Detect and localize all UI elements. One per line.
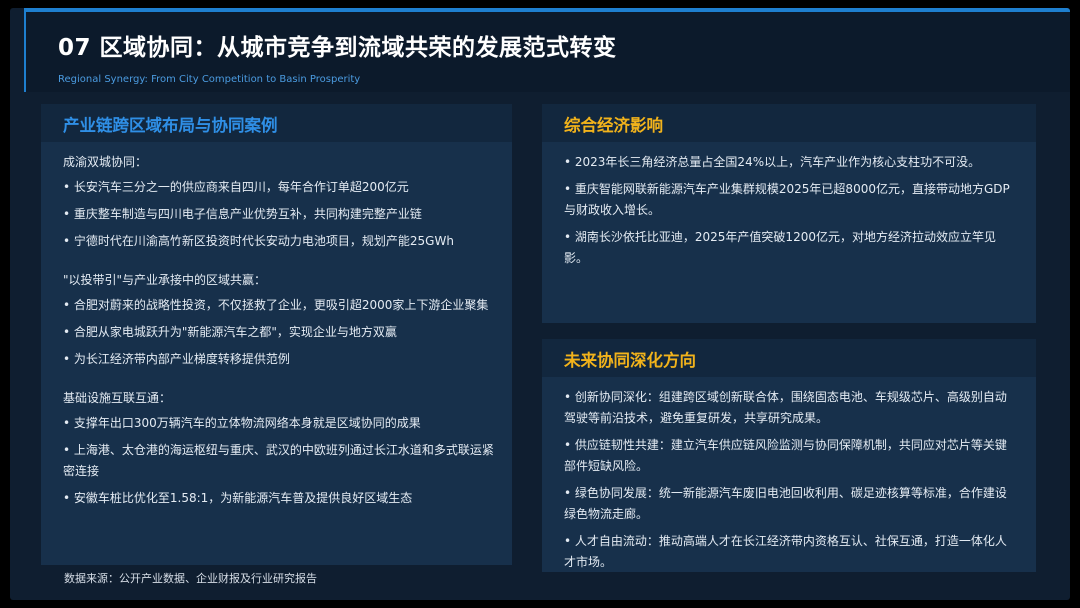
list-item: • 安徽车桩比优化至1.58:1，为新能源汽车普及提供良好区域生态 — [63, 491, 413, 505]
left-panel-title: 产业链跨区域布局与协同案例 — [63, 116, 278, 135]
right-top-panel: 综合经济影响 • 2023年长三角经济总量占全国24%以上，汽车产业作为核心支柱… — [542, 104, 1036, 323]
left-panel-header: 产业链跨区域布局与协同案例 — [41, 104, 512, 142]
right-top-panel-header: 综合经济影响 — [542, 104, 1036, 142]
list-item: • 绿色协同发展：统一新能源汽车废旧电池回收利用、碳足迹核算等标准，合作建设绿色… — [564, 486, 1007, 521]
right-bottom-panel-body: • 创新协同深化：组建跨区域创新联合体，围绕固态电池、车规级芯片、高级别自动驾驶… — [564, 387, 1018, 579]
page-title: 07 区域协同：从城市竞争到流域共荣的发展范式转变 — [58, 35, 617, 61]
list-item: • 宁德时代在川渝高竹新区投资时代长安动力电池项目，规划产能25GWh — [63, 234, 454, 248]
data-source-note: 数据来源：公开产业数据、企业财报及行业研究报告 — [64, 572, 317, 585]
section-heading: 成渝双城协同： — [63, 155, 148, 169]
list-item: • 湖南长沙依托比亚迪，2025年产值突破1200亿元，对地方经济拉动效应立竿见… — [564, 230, 996, 265]
list-item: • 合肥从家电城跃升为"新能源汽车之都"，实现企业与地方双赢 — [63, 325, 397, 339]
section-heading: "以投带引"与产业承接中的区域共赢： — [63, 273, 267, 287]
list-item: • 重庆整车制造与四川电子信息产业优势互补，共同构建完整产业链 — [63, 207, 422, 221]
right-top-panel-body: • 2023年长三角经济总量占全国24%以上，汽车产业作为核心支柱功不可没。 •… — [564, 152, 1018, 275]
list-item: • 合肥对蔚来的战略性投资，不仅拯救了企业，更吸引超2000家上下游企业聚集 — [63, 298, 489, 312]
list-item: • 2023年长三角经济总量占全国24%以上，汽车产业作为核心支柱功不可没。 — [564, 155, 981, 169]
list-item: • 为长江经济带内部产业梯度转移提供范例 — [63, 352, 290, 366]
section-heading: 基础设施互联互通： — [63, 391, 172, 405]
right-top-panel-title: 综合经济影响 — [564, 116, 663, 135]
list-item: • 重庆智能网联新能源汽车产业集群规模2025年已超8000亿元，直接带动地方G… — [564, 182, 1010, 217]
list-item: • 人才自由流动：推动高端人才在长江经济带内资格互认、社保互通，打造一体化人才市… — [564, 534, 1007, 569]
left-panel: 产业链跨区域布局与协同案例 成渝双城协同： • 长安汽车三分之一的供应商来自四川… — [41, 104, 512, 565]
list-item: • 上海港、太仓港的海运枢纽与重庆、武汉的中欧班列通过长江水道和多式联运紧密连接 — [63, 443, 494, 478]
list-item: • 长安汽车三分之一的供应商来自四川，每年合作订单超200亿元 — [63, 180, 409, 194]
page-subtitle: Regional Synergy: From City Competition … — [58, 74, 361, 85]
list-item: • 创新协同深化：组建跨区域创新联合体，围绕固态电池、车规级芯片、高级别自动驾驶… — [564, 390, 1007, 425]
left-panel-body: 成渝双城协同： • 长安汽车三分之一的供应商来自四川，每年合作订单超200亿元 … — [63, 152, 494, 515]
list-item: • 供应链韧性共建：建立汽车供应链风险监测与协同保障机制，共同应对芯片等关键部件… — [564, 438, 1007, 473]
right-bottom-panel-title: 未来协同深化方向 — [564, 351, 696, 370]
slide: 07 区域协同：从城市竞争到流域共荣的发展范式转变 Regional Syner… — [10, 8, 1070, 600]
right-bottom-panel: 未来协同深化方向 • 创新协同深化：组建跨区域创新联合体，围绕固态电池、车规级芯… — [542, 339, 1036, 572]
right-bottom-panel-header: 未来协同深化方向 — [542, 339, 1036, 377]
header-bar: 07 区域协同：从城市竞争到流域共荣的发展范式转变 Regional Syner… — [24, 8, 1070, 92]
list-item: • 支撑年出口300万辆汽车的立体物流网络本身就是区域协同的成果 — [63, 416, 421, 430]
